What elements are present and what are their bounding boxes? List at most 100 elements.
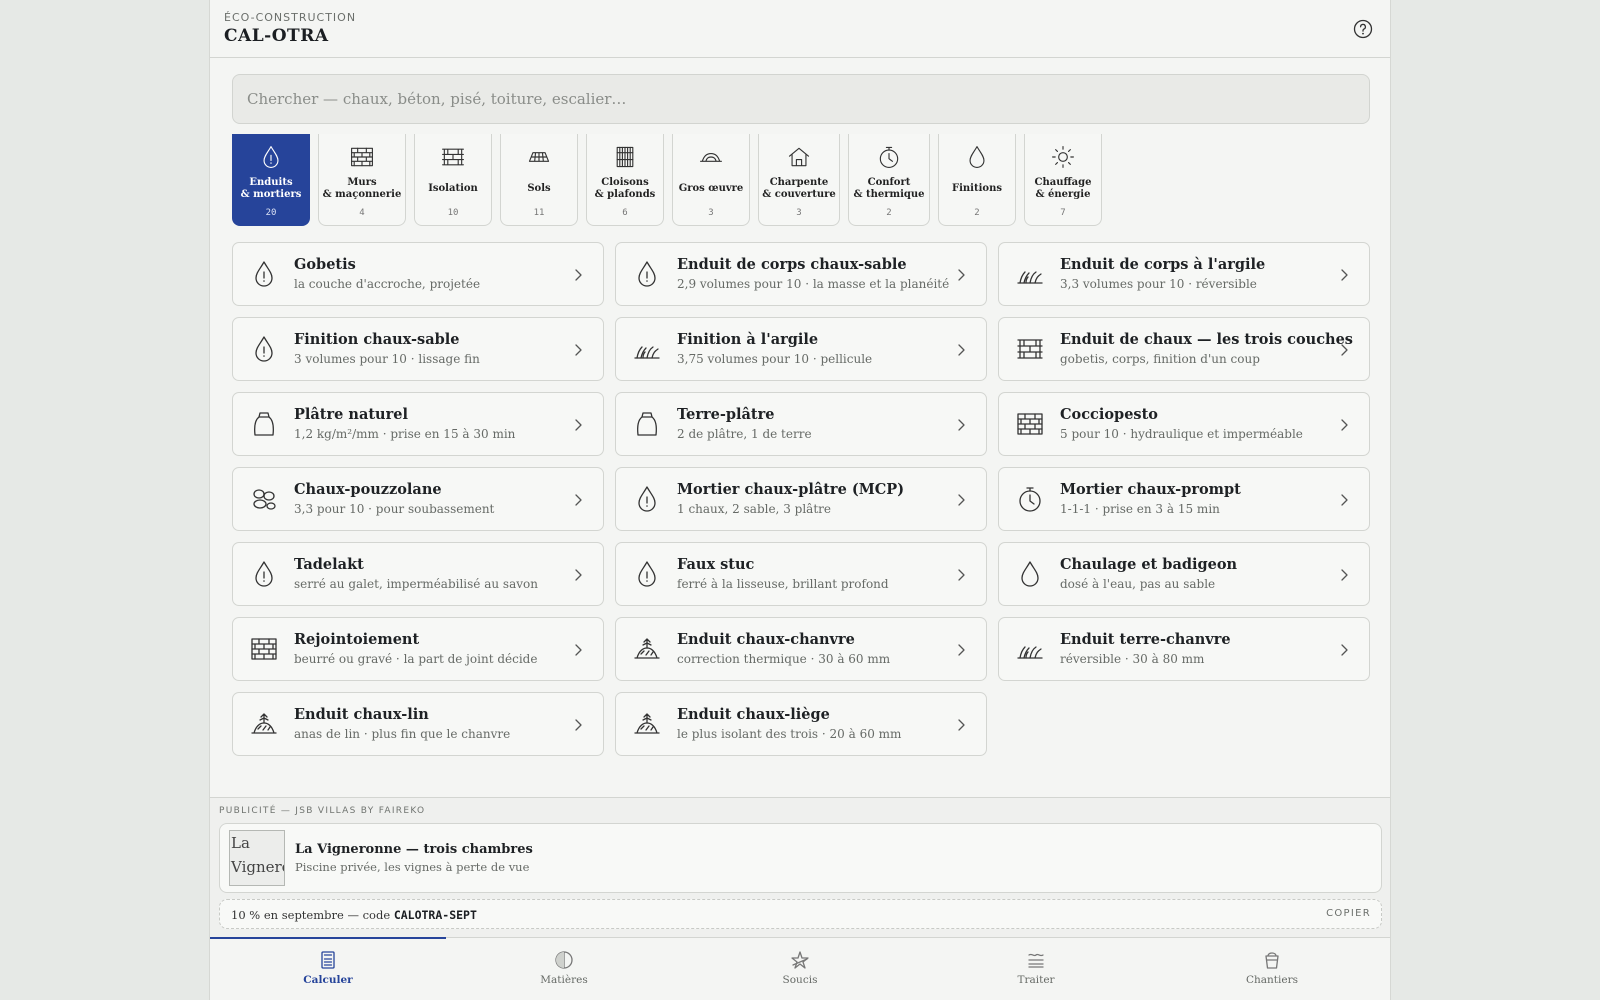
category-label: Finitions <box>952 183 1002 194</box>
category-tab[interactable]: Murs & maçonnerie 4 <box>318 134 406 226</box>
recipe-card[interactable]: Faux stuc ferré à la lisseuse, brillant … <box>615 542 987 606</box>
recipe-title: Gobetis <box>294 256 356 273</box>
recipe-card[interactable]: Finition chaux-sable 3 volumes pour 10 ·… <box>232 317 604 381</box>
hemp-mound-icon <box>249 709 279 739</box>
category-tab[interactable]: Isolation 10 <box>414 134 492 226</box>
recipe-subtitle: 3 volumes pour 10 · lissage fin <box>294 352 480 366</box>
arch-icon <box>698 144 724 170</box>
chevron-right-icon <box>956 568 966 582</box>
chevron-right-icon <box>573 718 583 732</box>
recipe-subtitle: le plus isolant des trois · 20 à 60 mm <box>677 727 902 741</box>
tab-3[interactable]: Traiter <box>918 938 1154 1000</box>
brand-eyebrow: ÉCO-CONSTRUCTION <box>224 11 357 24</box>
recipe-card[interactable]: Tadelakt serré au galet, imperméabilisé … <box>232 542 604 606</box>
recipe-card[interactable]: Chaux-pouzzolane 3,3 pour 10 · pour soub… <box>232 467 604 531</box>
recipe-card[interactable]: Enduit chaux-lin anas de lin · plus fin … <box>232 692 604 756</box>
category-count: 2 <box>974 208 980 218</box>
recipe-card[interactable]: Plâtre naturel 1,2 kg/m²/mm · prise en 1… <box>232 392 604 456</box>
chevron-right-icon <box>1339 418 1349 432</box>
recipe-subtitle: dosé à l'eau, pas au sable <box>1060 577 1216 591</box>
recipe-card[interactable]: Rejointoiement beurré ou gravé · la part… <box>232 617 604 681</box>
chevron-right-icon <box>573 418 583 432</box>
sack-icon <box>632 409 662 439</box>
category-count: 20 <box>265 208 277 218</box>
tab-4[interactable]: Chantiers <box>1154 938 1390 1000</box>
ad-image[interactable]: La Vignero <box>229 830 285 886</box>
promo-text: 10 % en septembre — code CALOTRA-SEPT <box>231 908 477 922</box>
recipe-title: Enduit terre-chanvre <box>1060 631 1231 648</box>
recipe-subtitle: 1-1-1 · prise en 3 à 15 min <box>1060 502 1220 516</box>
ad-label: PUBLICITÉ — JSB VILLAS BY FAIREKO <box>219 806 426 816</box>
category-count: 3 <box>708 208 714 218</box>
drop-grain-icon <box>632 559 662 589</box>
category-tab[interactable]: Cloisons & plafonds 6 <box>586 134 664 226</box>
chevron-right-icon <box>1339 493 1349 507</box>
recipe-title: Terre-plâtre <box>677 406 775 423</box>
timer-icon <box>1015 484 1045 514</box>
waves-icon <box>1026 950 1046 970</box>
recipe-card[interactable]: Enduit chaux-liège le plus isolant des t… <box>615 692 987 756</box>
chevron-right-icon <box>573 493 583 507</box>
recipe-card[interactable]: Enduit de corps chaux-sable 2,9 volumes … <box>615 242 987 306</box>
recipe-card[interactable]: Mortier chaux-prompt 1-1-1 · prise en 3 … <box>998 467 1370 531</box>
recipe-subtitle: ferré à la lisseuse, brillant profond <box>677 577 889 591</box>
tab-2[interactable]: Soucis <box>682 938 918 1000</box>
tab-0[interactable]: Calculer <box>210 937 446 1000</box>
recipe-subtitle: la couche d'accroche, projetée <box>294 277 481 291</box>
category-tab[interactable]: Sols 11 <box>500 134 578 226</box>
chevron-right-icon <box>956 493 966 507</box>
recipe-subtitle: 1 chaux, 2 sable, 3 plâtre <box>677 502 831 516</box>
partition-icon <box>612 144 638 170</box>
search-input[interactable] <box>232 74 1370 124</box>
recipe-title: Tadelakt <box>294 556 364 573</box>
category-count: 10 <box>447 208 459 218</box>
category-tab[interactable]: Gros œuvre 3 <box>672 134 750 226</box>
recipe-card[interactable]: Terre-plâtre 2 de plâtre, 1 de terre <box>615 392 987 456</box>
category-tab[interactable]: Charpente & couverture 3 <box>758 134 840 226</box>
category-tab[interactable]: Chauffage & énergie 7 <box>1024 134 1102 226</box>
recipe-card[interactable]: Enduit terre-chanvre réversible · 30 à 8… <box>998 617 1370 681</box>
recipe-card[interactable]: Cocciopesto 5 pour 10 · hydraulique et i… <box>998 392 1370 456</box>
recipe-card[interactable]: Enduit chaux-chanvre correction thermiqu… <box>615 617 987 681</box>
category-label: Enduits & mortiers <box>240 177 302 200</box>
recipe-card[interactable]: Enduit de corps à l'argile 3,3 volumes p… <box>998 242 1370 306</box>
recipe-subtitle: 5 pour 10 · hydraulique et imperméable <box>1060 427 1303 441</box>
copy-button[interactable]: COPIER <box>1326 908 1371 919</box>
recipe-card[interactable]: Chaulage et badigeon dosé à l'eau, pas a… <box>998 542 1370 606</box>
recipe-card[interactable]: Enduit de chaux — les trois couches gobe… <box>998 317 1370 381</box>
tab-1[interactable]: Matières <box>446 938 682 1000</box>
recipe-title: Enduit chaux-chanvre <box>677 631 855 648</box>
category-count: 7 <box>1060 208 1066 218</box>
brick-wall-icon <box>1015 409 1045 439</box>
category-tab[interactable]: Finitions 2 <box>938 134 1016 226</box>
straw-icon <box>632 334 662 364</box>
recipe-title: Enduit de corps à l'argile <box>1060 256 1266 273</box>
category-tab[interactable]: Enduits & mortiers 20 <box>232 134 310 226</box>
recipe-title: Enduit chaux-lin <box>294 706 429 723</box>
chevron-right-icon <box>956 718 966 732</box>
recipe-title: Enduit de chaux — les trois couches <box>1060 331 1353 348</box>
chevron-right-icon <box>1339 568 1349 582</box>
chevron-right-icon <box>1339 343 1349 357</box>
recipe-subtitle: 3,3 volumes pour 10 · réversible <box>1060 277 1257 291</box>
drop-grain-icon <box>258 144 284 170</box>
drop-grain-icon <box>249 559 279 589</box>
category-tab[interactable]: Confort & thermique 2 <box>848 134 930 226</box>
chevron-right-icon <box>956 418 966 432</box>
recipe-subtitle: 2 de plâtre, 1 de terre <box>677 427 812 441</box>
drop-grain-icon <box>249 259 279 289</box>
promo-code: CALOTRA-SEPT <box>393 908 477 922</box>
recipe-card[interactable]: Gobetis la couche d'accroche, projetée <box>232 242 604 306</box>
straw-icon <box>1015 634 1045 664</box>
category-label: Charpente & couverture <box>762 177 836 200</box>
chevron-right-icon <box>1339 643 1349 657</box>
house-icon <box>786 144 812 170</box>
ad-card[interactable]: La Vignero La Vigneronne — trois chambre… <box>219 823 1382 893</box>
help-circle-icon[interactable] <box>1353 19 1373 39</box>
category-label: Sols <box>527 183 551 194</box>
straw-icon <box>1015 259 1045 289</box>
tab-label: Soucis <box>782 974 818 986</box>
recipe-card[interactable]: Finition à l'argile 3,75 volumes pour 10… <box>615 317 987 381</box>
recipe-card[interactable]: Mortier chaux-plâtre (MCP) 1 chaux, 2 sa… <box>615 467 987 531</box>
brand-title: CAL-OTRA <box>224 26 329 46</box>
